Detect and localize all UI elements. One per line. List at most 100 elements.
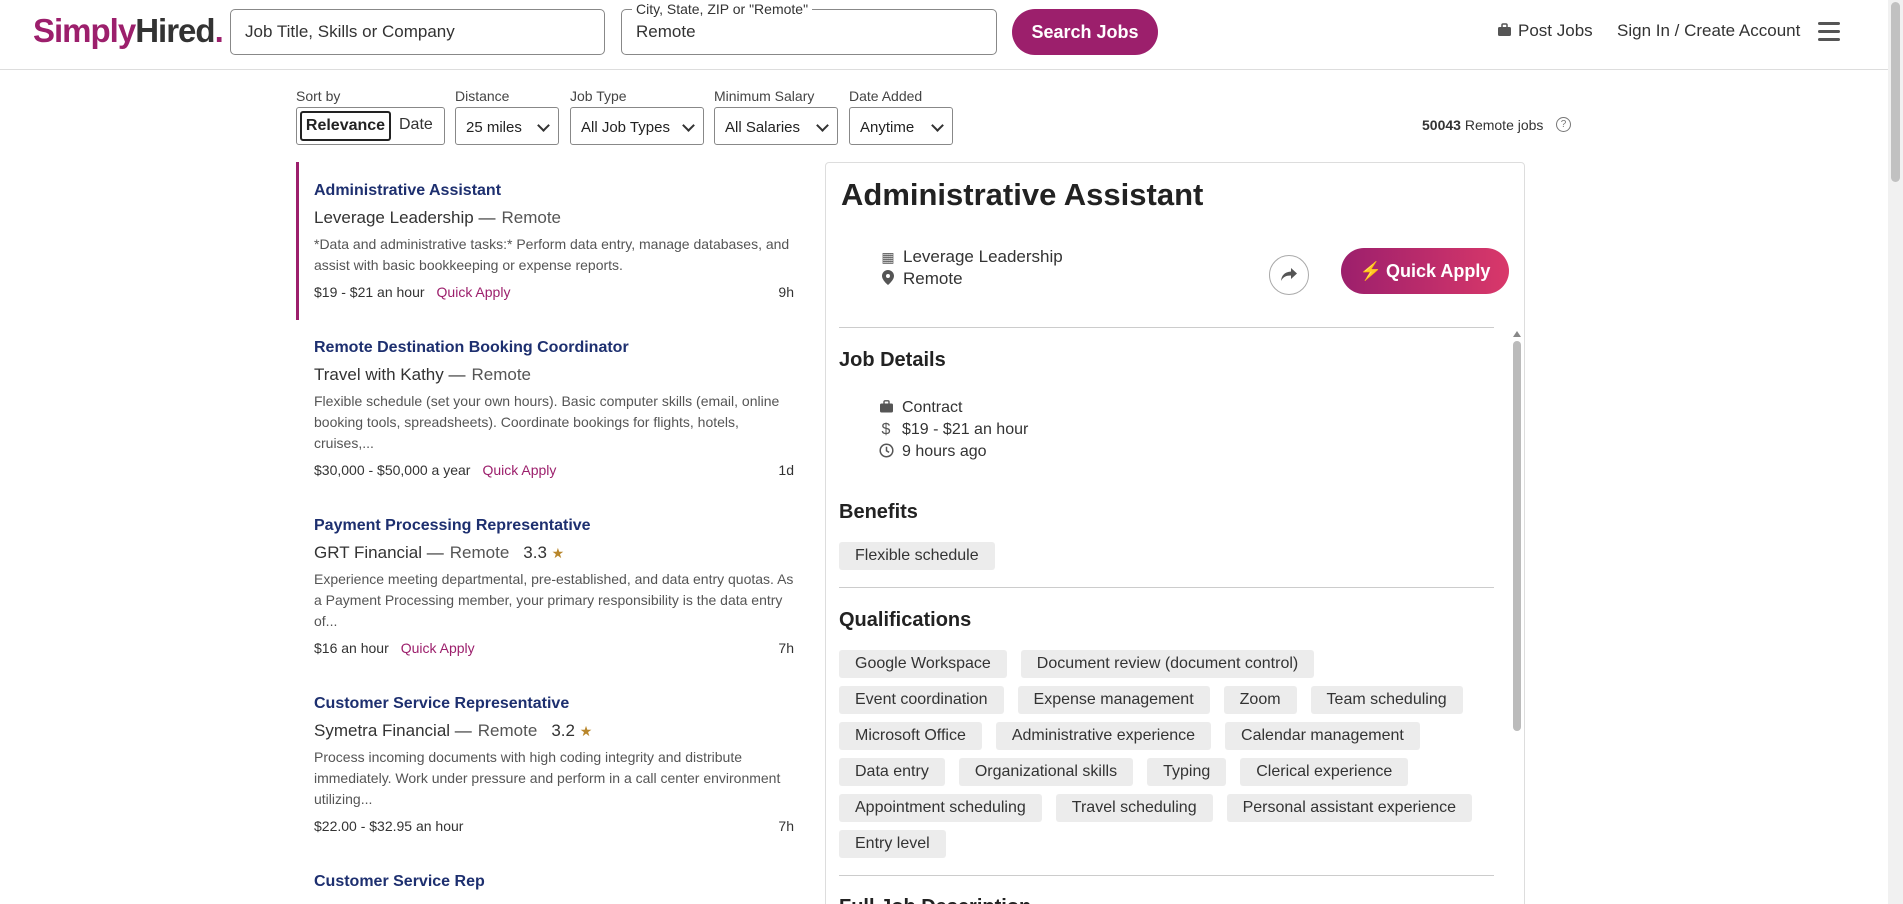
benefit-chip: Flexible schedule <box>839 542 995 570</box>
distance-label: Distance <box>455 88 510 104</box>
job-meta: $30,000 - $50,000 a year Quick Apply 1d <box>314 462 794 478</box>
site-header: SimplyHired. City, State, ZIP or "Remote… <box>0 0 1888 70</box>
qualification-chip: Expense management <box>1017 686 1210 714</box>
minimum-salary-select[interactable]: All Salaries <box>714 107 838 145</box>
minimum-salary-label: Minimum Salary <box>714 88 815 104</box>
qualification-chip: Appointment scheduling <box>839 794 1042 822</box>
briefcase-icon <box>1498 23 1511 36</box>
job-snippet: Process incoming documents with high cod… <box>314 749 781 807</box>
qualification-chip: Zoom <box>1223 686 1297 714</box>
simplyhired-logo[interactable]: SimplyHired. <box>33 12 224 50</box>
chevron-down-icon <box>931 119 944 132</box>
menu-hamburger-icon[interactable] <box>1818 22 1840 46</box>
qualification-chip: Clerical experience <box>1240 758 1409 786</box>
divider <box>839 875 1494 876</box>
where-search-field[interactable]: City, State, ZIP or "Remote" <box>621 1 997 55</box>
job-company: Leverage Leadership — Remote <box>314 208 561 227</box>
divider <box>839 327 1494 328</box>
building-icon: ▦ <box>881 248 895 265</box>
briefcase-icon <box>878 400 894 416</box>
detail-company: ▦ Leverage Leadership <box>881 247 1063 266</box>
benefits-list: Flexible schedule <box>839 542 1499 578</box>
posted-row: 9 hours ago <box>878 443 987 461</box>
job-meta: $19 - $21 an hour Quick Apply 9h <box>314 284 794 300</box>
share-arrow-icon <box>1281 268 1297 281</box>
job-meta: $22.00 - $32.95 an hour 7h <box>314 818 794 834</box>
job-company: GRT Financial — Remote 3.3 ★ <box>314 543 565 562</box>
job-type-select[interactable]: All Job Types <box>570 107 704 145</box>
qualification-chip: Typing <box>1147 758 1227 786</box>
job-type-row: Contract <box>878 399 962 417</box>
qualifications-heading: Qualifications <box>839 609 972 631</box>
detail-scrollbar[interactable] <box>1512 331 1522 751</box>
detail-location: Remote <box>881 269 963 289</box>
sign-in-link[interactable]: Sign In / Create Account <box>1617 21 1800 41</box>
job-snippet: *Data and administrative tasks:* Perform… <box>314 236 790 273</box>
sort-date-button[interactable]: Date <box>399 116 433 134</box>
qualification-chip: Organizational skills <box>958 758 1134 786</box>
star-icon: ★ <box>579 723 593 739</box>
sort-by-label: Sort by <box>296 88 341 104</box>
qualification-chip: Administrative experience <box>995 722 1212 750</box>
company-rating: 3.3 <box>523 543 547 562</box>
job-details-heading: Job Details <box>839 349 946 371</box>
help-icon[interactable]: ? <box>1556 117 1571 132</box>
chevron-down-icon <box>537 119 550 132</box>
what-search-field[interactable] <box>230 9 605 55</box>
post-jobs-link[interactable]: Post Jobs <box>1497 21 1593 41</box>
quick-apply-badge: Quick Apply <box>436 284 511 300</box>
salary-row: $ $19 - $21 an hour <box>878 421 1029 439</box>
chevron-down-icon <box>682 119 695 132</box>
job-snippet: Flexible schedule (set your own hours). … <box>314 393 780 451</box>
qualification-chip: Event coordination <box>839 686 1004 714</box>
job-type-label: Job Type <box>570 88 627 104</box>
star-icon: ★ <box>551 545 565 561</box>
qualification-chip: Document review (document control) <box>1020 650 1315 678</box>
date-added-label: Date Added <box>849 88 923 104</box>
date-added-select[interactable]: Anytime <box>849 107 953 145</box>
job-company: Travel with Kathy — Remote <box>314 365 532 384</box>
job-title-link[interactable]: Administrative Assistant <box>314 182 796 200</box>
job-detail-panel: Administrative Assistant ▦ Leverage Leade… <box>825 162 1525 904</box>
job-meta: $16 an hour Quick Apply 7h <box>314 640 794 656</box>
quick-apply-badge: Quick Apply <box>482 462 557 478</box>
job-card[interactable]: Remote Destination Booking Coordinator T… <box>296 339 796 480</box>
page-scrollbar[interactable] <box>1888 0 1903 904</box>
results-count: 50043 Remote jobs <box>1422 117 1544 133</box>
qualifications-list: Google Workspace Document review (docume… <box>839 650 1499 866</box>
job-card[interactable]: Administrative Assistant Leverage Leader… <box>296 162 796 320</box>
qualification-chip: Travel scheduling <box>1055 794 1213 822</box>
benefits-heading: Benefits <box>839 501 918 523</box>
sort-relevance-button[interactable]: Relevance <box>300 111 391 141</box>
quick-apply-button[interactable]: ⚡ Quick Apply <box>1341 248 1509 294</box>
divider <box>839 587 1494 588</box>
lightning-icon: ⚡ <box>1359 260 1383 281</box>
post-jobs-label: Post Jobs <box>1518 21 1593 40</box>
chevron-down-icon <box>816 119 829 132</box>
job-snippet: Experience meeting departmental, pre-est… <box>314 571 794 629</box>
qualification-chip: Team scheduling <box>1310 686 1463 714</box>
dollar-icon: $ <box>881 421 891 438</box>
job-title-link[interactable]: Payment Processing Representative <box>314 517 796 535</box>
what-search-input[interactable] <box>231 10 604 54</box>
job-card[interactable]: Payment Processing Representative GRT Fi… <box>296 517 796 658</box>
qualification-chip: Microsoft Office <box>839 722 982 750</box>
job-title-link[interactable]: Customer Service Rep <box>314 873 796 891</box>
full-description-heading: Full Job Description <box>839 896 1031 904</box>
qualification-chip: Entry level <box>839 830 946 858</box>
search-jobs-button[interactable]: Search Jobs <box>1012 9 1158 55</box>
qualification-chip: Personal assistant experience <box>1226 794 1473 822</box>
sort-toggle: Relevance Date <box>296 107 445 145</box>
clock-icon <box>878 443 894 461</box>
job-card[interactable]: Customer Service Rep <box>296 873 796 891</box>
job-card[interactable]: Customer Service Representative Symetra … <box>296 695 796 836</box>
qualification-chip: Data entry <box>839 758 945 786</box>
job-title-link[interactable]: Customer Service Representative <box>314 695 796 713</box>
job-company: Symetra Financial — Remote 3.2 ★ <box>314 721 593 740</box>
job-title-link[interactable]: Remote Destination Booking Coordinator <box>314 339 796 357</box>
detail-job-title: Administrative Assistant <box>841 177 1204 212</box>
qualification-chip: Google Workspace <box>839 650 1007 678</box>
distance-select[interactable]: 25 miles <box>455 107 559 145</box>
share-button[interactable] <box>1269 255 1309 295</box>
quick-apply-badge: Quick Apply <box>400 640 475 656</box>
